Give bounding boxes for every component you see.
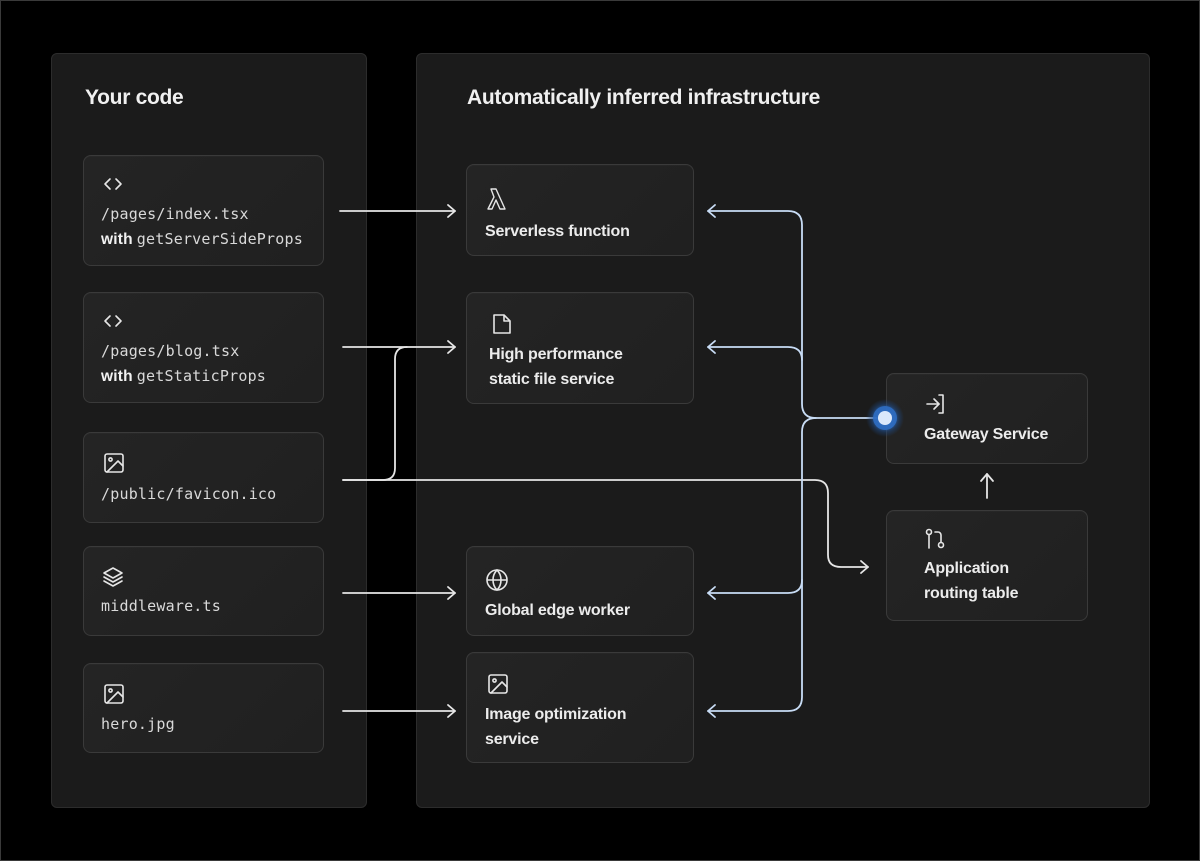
- service-card-serverless[interactable]: Serverless function: [466, 164, 694, 256]
- code-path: /pages/index.tsx: [101, 205, 249, 223]
- service-card-image-optimization[interactable]: Image optimization service: [466, 652, 694, 763]
- service-label: Serverless function: [485, 223, 630, 240]
- code-brackets-icon: [101, 309, 125, 333]
- service-label-line1: Application: [924, 560, 1009, 577]
- service-label-line1: Image optimization: [485, 706, 627, 723]
- service-card-static-files[interactable]: High performance static file service: [466, 292, 694, 404]
- code-path: hero.jpg: [101, 715, 175, 733]
- code-card-middleware[interactable]: middleware.ts: [83, 546, 324, 636]
- code-card-favicon[interactable]: /public/favicon.ico: [83, 432, 324, 523]
- lambda-icon: [487, 187, 511, 211]
- code-method: getServerSideProps: [136, 230, 303, 248]
- code-card-index[interactable]: /pages/index.tsx with getServerSideProps: [83, 155, 324, 266]
- service-card-gateway[interactable]: Gateway Service: [886, 373, 1088, 464]
- file-icon: [490, 312, 514, 336]
- image-icon: [486, 672, 510, 696]
- service-label: Global edge worker: [485, 602, 630, 619]
- code-method-line: with getStaticProps: [101, 367, 266, 386]
- service-label: Image optimization service: [485, 702, 627, 752]
- code-card-hero[interactable]: hero.jpg: [83, 663, 324, 753]
- service-label: High performance static file service: [489, 342, 623, 392]
- code-path: /pages/blog.tsx: [101, 342, 240, 360]
- infrastructure-title: Automatically inferred infrastructure: [467, 86, 820, 109]
- service-label: Application routing table: [924, 556, 1018, 606]
- with-label: with: [101, 231, 133, 248]
- service-label-line2: service: [485, 731, 539, 748]
- code-card-blog[interactable]: /pages/blog.tsx with getStaticProps: [83, 292, 324, 403]
- code-path: /public/favicon.ico: [101, 485, 277, 503]
- image-icon: [102, 451, 126, 475]
- your-code-title: Your code: [85, 86, 184, 109]
- service-label-line2: static file service: [489, 371, 615, 388]
- service-card-edge-worker[interactable]: Global edge worker: [466, 546, 694, 636]
- service-label-line2: routing table: [924, 585, 1019, 602]
- code-method-line: with getServerSideProps: [101, 230, 303, 249]
- code-path: middleware.ts: [101, 597, 221, 615]
- sign-in-icon: [924, 392, 948, 416]
- service-card-routing-table[interactable]: Application routing table: [886, 510, 1088, 621]
- code-method: getStaticProps: [136, 367, 267, 385]
- layers-icon: [101, 565, 125, 589]
- service-label-line1: High performance: [489, 346, 623, 363]
- code-brackets-icon: [101, 172, 125, 196]
- image-icon: [102, 682, 126, 706]
- service-label: Gateway Service: [924, 426, 1049, 443]
- globe-icon: [485, 568, 509, 592]
- with-label: with: [101, 368, 133, 385]
- git-pull-request-icon: [924, 527, 948, 551]
